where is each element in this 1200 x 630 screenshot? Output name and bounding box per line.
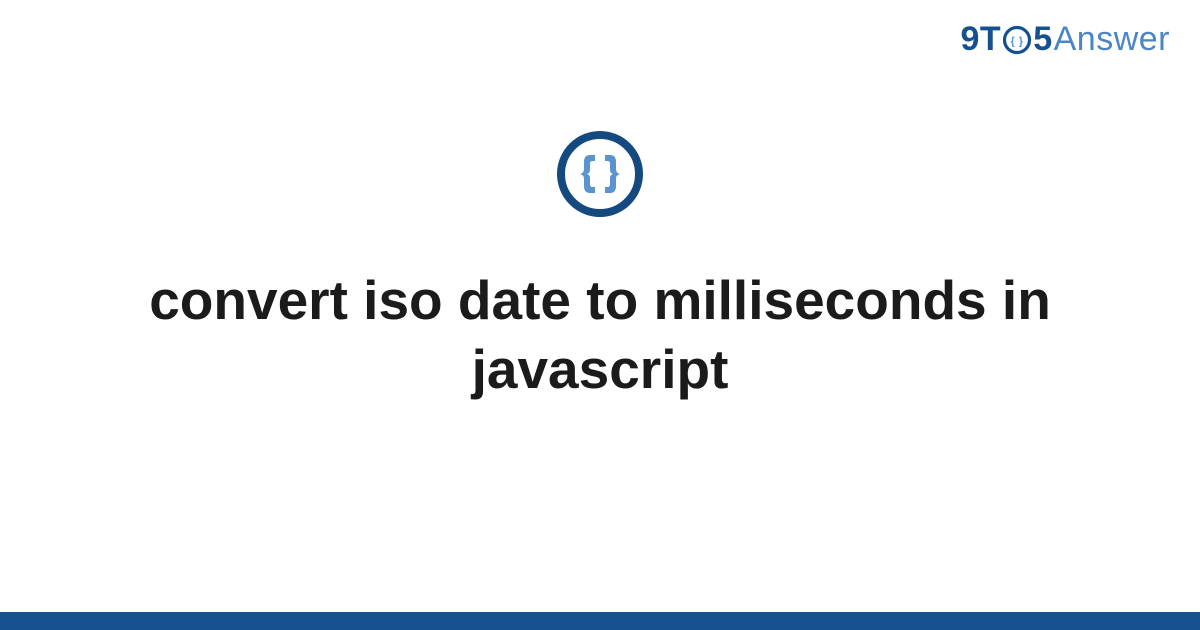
logo-o-ring-icon: { } — [1002, 25, 1032, 55]
code-braces-icon — [555, 129, 645, 224]
logo-nine: 9 — [961, 20, 980, 59]
page-card: 9 T { } 5 Answer convert iso date to mil… — [0, 0, 1200, 630]
logo-t: T — [980, 20, 1001, 59]
site-logo: 9 T { } 5 Answer — [961, 20, 1171, 59]
main-content: convert iso date to milliseconds in java… — [0, 0, 1200, 630]
logo-answer: Answer — [1054, 20, 1170, 59]
svg-text:{ }: { } — [1011, 35, 1024, 47]
footer-bar — [0, 612, 1200, 630]
logo-five: 5 — [1033, 20, 1052, 59]
page-title: convert iso date to milliseconds in java… — [70, 266, 1130, 404]
